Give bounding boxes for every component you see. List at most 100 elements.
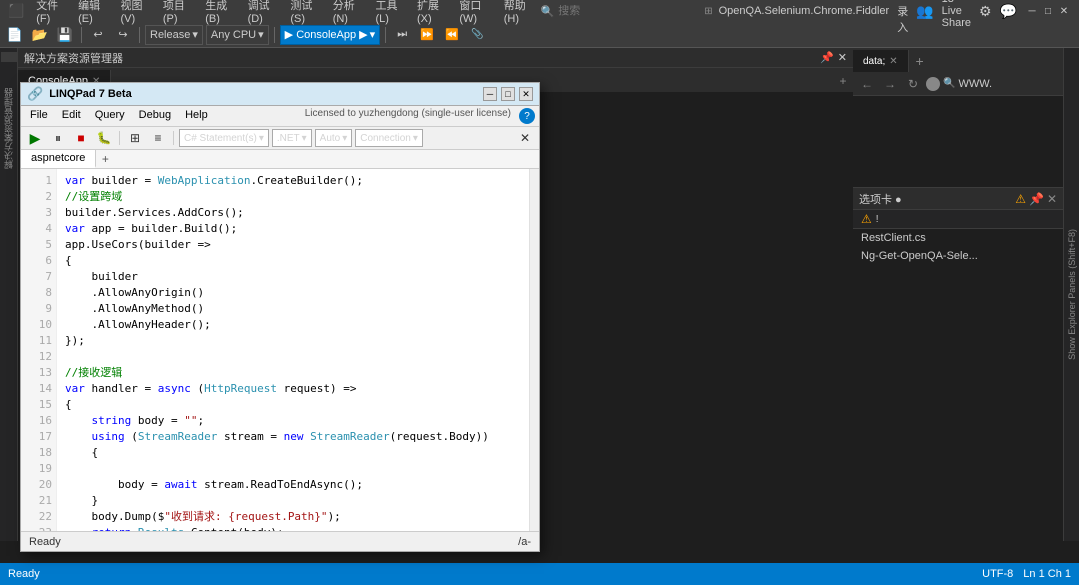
lq-list-btn[interactable]: ≡ (148, 129, 168, 147)
toolbar-new-btn[interactable]: 📄 (4, 25, 26, 45)
refresh-btn[interactable]: ↻ (903, 74, 923, 94)
linqpad-close[interactable]: ✕ (519, 87, 533, 101)
linqpad-maximize[interactable]: □ (501, 87, 515, 101)
sep1 (81, 27, 82, 43)
lq-pause-btn[interactable]: ⏸ (48, 129, 68, 147)
lq-menu-file[interactable]: File (25, 108, 53, 124)
login-label[interactable]: 登录 入 (897, 0, 908, 35)
attach-btn[interactable]: 📎 (466, 25, 488, 45)
panel-item-ngget[interactable]: Ng-Get-OpenQA-Sele... (853, 247, 1063, 265)
options-icons: ⚠ 📌 ✕ (1015, 192, 1057, 206)
minimize-button[interactable]: ─ (1025, 4, 1039, 18)
lq-menu-debug[interactable]: Debug (134, 108, 176, 124)
toolbar-save-btn[interactable]: 💾 (54, 25, 76, 45)
menu-analyze[interactable]: 分析(N) (327, 0, 364, 27)
maximize-button[interactable]: □ (1041, 4, 1055, 18)
code-line-6: { (65, 253, 521, 269)
vs-status-bar: Ready UTF-8 Ln 1 Ch 1 (0, 563, 1079, 585)
options-pin[interactable]: 📌 (1029, 192, 1044, 206)
close-button[interactable]: ✕ (1057, 4, 1071, 18)
search-input[interactable] (558, 5, 700, 17)
code-line-12 (65, 349, 521, 365)
ln-20: 20 (21, 477, 52, 493)
lq-grid-btn[interactable]: ⊞ (125, 129, 145, 147)
release-dropdown[interactable]: Release ▾ (145, 25, 203, 45)
menu-project[interactable]: 项目(P) (157, 0, 193, 27)
lq-lang-chevron: ▾ (259, 133, 264, 144)
vertical-panel-right[interactable]: Show Explorer Panels (Shift+F8) (1063, 48, 1079, 541)
tab-data[interactable]: data; ✕ (853, 50, 909, 72)
toolbar-open-btn[interactable]: 📂 (29, 25, 51, 45)
pin-icon[interactable]: 📌 (820, 51, 834, 64)
step-out-btn[interactable]: ⏪ (441, 25, 463, 45)
code-line-21: } (65, 493, 521, 509)
menu-debug[interactable]: 调试(D) (242, 0, 279, 27)
menu-help[interactable]: 帮助(H) (498, 0, 535, 27)
step-into-btn[interactable]: ⏩ (416, 25, 438, 45)
settings-icon[interactable]: ⚙ (979, 3, 992, 20)
menu-tools[interactable]: 工具(L) (369, 0, 405, 27)
search-bar: 🔍 ⊞ (535, 0, 719, 22)
code-line-13: //接收逻辑 (65, 365, 521, 381)
menu-file[interactable]: 文件(F) (30, 0, 66, 27)
lq-menu-edit[interactable]: Edit (57, 108, 86, 124)
live-share-label[interactable]: 13 Live Share (942, 0, 971, 29)
lq-close-btn[interactable]: ✕ (515, 129, 535, 147)
code-content[interactable]: var builder = WebApplication.CreateBuild… (57, 169, 529, 531)
menu-edit[interactable]: 编辑(E) (72, 0, 108, 27)
data-tab-add[interactable]: + (909, 50, 931, 72)
ln-7: 7 (21, 269, 52, 285)
code-line-15: { (65, 397, 521, 413)
menu-window[interactable]: 窗口(W) (453, 0, 491, 27)
menu-view[interactable]: 视图(V) (115, 0, 151, 27)
ln-19: 19 (21, 461, 52, 477)
redo-btn[interactable]: ↪ (112, 25, 134, 45)
step-over-btn[interactable]: ⏭ (391, 25, 413, 45)
linqpad-toolbar: ▶ ⏸ ■ 🐛 ⊞ ≡ C# Statement(s) ▾ .NET ▾ Aut… (21, 127, 539, 150)
undo-btn[interactable]: ↩ (87, 25, 109, 45)
linqpad-scrollbar[interactable] (529, 169, 539, 531)
linqpad-title-left: 🔗 LINQPad 7 Beta (27, 86, 132, 102)
solution-explorer-toggle[interactable]: 解决方案资源管理器 (0, 84, 17, 173)
lq-language-label: C# Statement(s) (184, 133, 257, 144)
lq-connection-dropdown[interactable]: Connection ▾ (355, 129, 423, 147)
lq-menu-query[interactable]: Query (90, 108, 130, 124)
lq-auto-dropdown[interactable]: Auto ▾ (315, 129, 353, 147)
lq-menu-help[interactable]: Help (180, 108, 213, 124)
window-controls: ─ □ ✕ (1025, 4, 1071, 18)
sidebar-left: 解决方案资源管理器 (0, 48, 18, 541)
line-numbers: 1 2 3 4 5 6 7 8 9 10 11 12 13 14 15 16 1… (21, 169, 57, 531)
code-line-5: app.UseCors(builder => (65, 237, 521, 253)
run-dropdown[interactable]: ▶ ConsoleApp ▶ ▾ (280, 25, 381, 45)
linqpad-title-bar: 🔗 LINQPad 7 Beta ─ □ ✕ (21, 83, 539, 106)
search-icon: 🔍 (541, 5, 555, 18)
panel-item-restclient[interactable]: RestClient.cs (853, 229, 1063, 247)
title-bar: ⬛ 文件(F) 编辑(E) 视图(V) 项目(P) 生成(B) 调试(D) 测试… (0, 0, 1079, 22)
sol-header-icons: 📌 ✕ (820, 51, 847, 64)
nav-forward-btn[interactable]: → (880, 74, 900, 94)
linqpad-title-text: LINQPad 7 Beta (49, 88, 132, 100)
menu-build[interactable]: 生成(B) (199, 0, 235, 27)
code-line-19 (65, 461, 521, 477)
menu-extensions[interactable]: 扩展(X) (411, 0, 447, 27)
nav-back-btn[interactable]: ← (857, 74, 877, 94)
lq-language-dropdown[interactable]: C# Statement(s) ▾ (179, 129, 269, 147)
linqpad-help-icon[interactable]: ? (519, 108, 535, 124)
sol-close-icon[interactable]: ✕ (838, 51, 847, 64)
feedback-icon[interactable]: 💬 (1000, 3, 1017, 20)
cpu-dropdown[interactable]: Any CPU ▾ (206, 25, 269, 45)
tab-data-close[interactable]: ✕ (889, 56, 897, 67)
data-panel: data; ✕ + ← → ↻ 🔍 WWW. (853, 48, 1063, 188)
ln-10: 10 (21, 317, 52, 333)
lq-dotnet-dropdown[interactable]: .NET ▾ (272, 129, 312, 147)
query-tab-add[interactable]: + (96, 150, 114, 168)
menu-test[interactable]: 测试(S) (284, 0, 320, 27)
run-label: ▶ ConsoleApp ▶ (285, 28, 368, 41)
lq-run-btn[interactable]: ▶ (25, 129, 45, 147)
lq-stop-btn[interactable]: ■ (71, 129, 91, 147)
lq-debug-btn[interactable]: 🐛 (94, 129, 114, 147)
tab-add-btn[interactable]: + (833, 70, 853, 92)
query-tab-aspnetcore[interactable]: aspnetcore (21, 150, 96, 168)
options-close[interactable]: ✕ (1047, 192, 1057, 206)
linqpad-minimize[interactable]: ─ (483, 87, 497, 101)
